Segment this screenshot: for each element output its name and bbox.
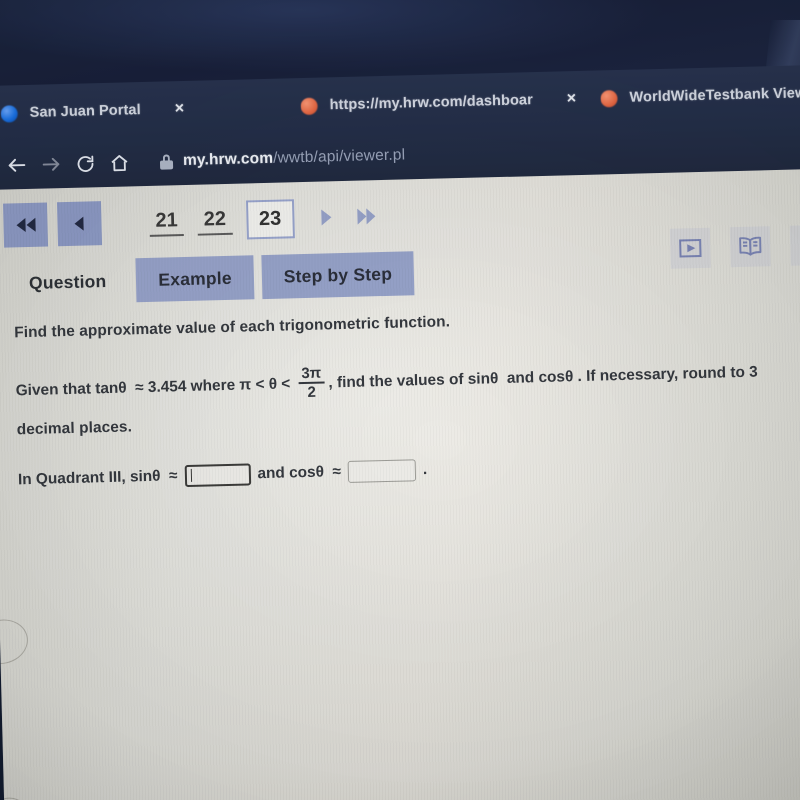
- close-icon[interactable]: ×: [567, 90, 577, 108]
- browser-tab-san-juan-portal[interactable]: San Juan Portal ×: [0, 82, 301, 138]
- answer-prefix-label: In Quadrant III, sinθ ≈: [17, 466, 178, 488]
- question-given-statement: Given that tanθ ≈ 3.454 where π < θ < 3π…: [15, 355, 776, 408]
- browser-tab-worldwidetestbank-viewer[interactable]: WorldWideTestbank Viewe: [600, 68, 800, 122]
- page-link-21[interactable]: 21: [149, 206, 185, 237]
- answer-middle-label: and cosθ ≈: [257, 462, 342, 482]
- tab-step-by-step[interactable]: Step by Step: [261, 251, 415, 300]
- given-text-part2: , find the values of sinθ and cosθ . If …: [328, 363, 758, 392]
- printer-icon[interactable]: [789, 224, 800, 266]
- video-icon[interactable]: [669, 227, 711, 269]
- page-link-22[interactable]: 22: [197, 204, 233, 236]
- close-icon[interactable]: ×: [175, 100, 185, 118]
- home-icon[interactable]: [102, 145, 137, 180]
- browser-chrome: San Juan Portal × https://my.hrw.com/das…: [0, 64, 800, 190]
- tab-example[interactable]: Example: [135, 255, 255, 303]
- first-page-button[interactable]: [2, 202, 49, 248]
- circle-icon: [300, 97, 318, 115]
- sin-answer-input[interactable]: [184, 463, 251, 487]
- question-body: Find the approximate value of each trigo…: [14, 304, 778, 491]
- paper-smudge: [0, 614, 33, 670]
- globe-icon: [0, 104, 18, 123]
- browser-tab-title: San Juan Portal: [29, 102, 141, 121]
- content-tabs: Question Example Step by Step: [6, 251, 415, 305]
- answer-row: In Quadrant III, sinθ ≈ and cosθ ≈ .: [18, 450, 778, 491]
- previous-page-button[interactable]: [56, 201, 103, 247]
- tab-question[interactable]: Question: [6, 258, 129, 305]
- cos-answer-input[interactable]: [347, 458, 417, 483]
- reload-icon[interactable]: [68, 146, 103, 181]
- address-bar-host: my.hrw.com: [182, 149, 274, 170]
- viewer-page: 21 22 23 Question Example Step by Step F…: [0, 168, 800, 800]
- forward-arrow-icon[interactable]: [34, 147, 69, 182]
- photo-of-screen: San Juan Portal × https://my.hrw.com/das…: [0, 0, 800, 800]
- back-arrow-icon[interactable]: [0, 148, 34, 183]
- browser-tab-hrw-dashboard[interactable]: https://my.hrw.com/dashboar ×: [300, 74, 601, 130]
- browser-tab-title: https://my.hrw.com/dashboar: [329, 92, 534, 114]
- next-page-button[interactable]: [304, 196, 347, 239]
- book-icon[interactable]: [729, 226, 771, 268]
- page-link-23-current[interactable]: 23: [245, 198, 295, 239]
- fraction-three-pi-over-two: 3π 2: [298, 364, 325, 401]
- fraction-numerator: 3π: [301, 364, 322, 382]
- last-page-button[interactable]: [346, 195, 389, 238]
- circle-icon: [600, 89, 618, 107]
- text-cursor: [190, 469, 193, 483]
- page-navigation-toolbar: 21 22 23: [2, 194, 389, 248]
- viewer-tools: [669, 224, 800, 269]
- address-bar-path: /wwtb/api/viewer.pl: [272, 146, 406, 167]
- page-number-list: 21 22 23: [149, 198, 305, 241]
- address-bar[interactable]: my.hrw.com /wwtb/api/viewer.pl: [159, 146, 406, 170]
- browser-tab-title: WorldWideTestbank Viewe: [629, 85, 800, 106]
- question-given-continuation: decimal places.: [16, 418, 133, 439]
- lock-icon: [159, 153, 174, 170]
- given-text-part1: Given that tanθ ≈ 3.454 where π < θ <: [15, 375, 295, 400]
- answer-suffix-label: .: [422, 460, 428, 478]
- browser-window: San Juan Portal × https://my.hrw.com/das…: [0, 64, 800, 800]
- question-prompt: Find the approximate value of each trigo…: [14, 313, 451, 342]
- fraction-denominator: 2: [307, 383, 317, 401]
